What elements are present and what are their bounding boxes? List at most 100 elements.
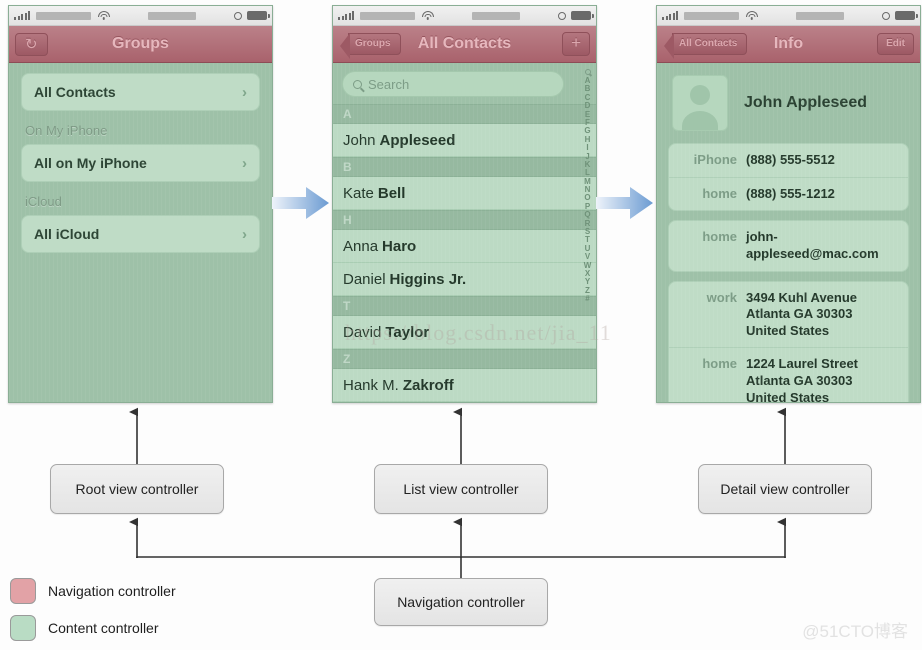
edit-button[interactable]: Edit <box>877 33 914 55</box>
legend-item-navigation-controller: Navigation controller <box>10 578 176 604</box>
clock-label <box>148 11 196 20</box>
box-detail-view-controller[interactable]: Detail view controller <box>698 464 872 514</box>
back-button-all-contacts[interactable]: All Contacts <box>663 33 748 59</box>
table-row[interactable]: Anna Haro <box>333 230 596 263</box>
carrier-label <box>684 11 739 20</box>
search-input[interactable]: Search <box>342 71 564 97</box>
field-label: home <box>702 185 737 201</box>
contact-header: John Appleseed <box>668 73 909 143</box>
status-bar <box>657 6 920 26</box>
contact-last-name: Zakroff <box>402 376 454 394</box>
field-value: john-appleseed@mac.com <box>746 229 879 261</box>
field-label: home <box>702 229 737 245</box>
box-label: Navigation controller <box>397 594 525 610</box>
box-root-view-controller[interactable]: Root view controller <box>50 464 224 514</box>
section-header: A <box>333 104 596 124</box>
contact-detail: John Appleseed iPhone (888) 555-5512 hom… <box>657 63 920 402</box>
navigation-bar-root: ↻ Groups <box>9 26 272 63</box>
clock-label <box>796 11 844 20</box>
detail-row[interactable]: work 3494 Kuhl Avenue Atlanta GA 30303 Uni… <box>669 282 908 349</box>
box-label: Root view controller <box>75 481 199 497</box>
person-silhouette-icon <box>672 75 728 131</box>
add-contact-button[interactable]: + <box>562 32 590 56</box>
table-row[interactable]: David Taylor <box>333 316 596 349</box>
box-list-view-controller[interactable]: List view controller <box>374 464 548 514</box>
legend: Navigation controller Content controller <box>10 578 176 652</box>
contact-first-name: David <box>343 323 382 341</box>
search-icon <box>584 69 591 75</box>
contact-first-name: Hank M. <box>343 376 399 394</box>
field-label: iPhone <box>693 152 737 167</box>
list-item-all-icloud[interactable]: All iCloud › <box>21 215 260 253</box>
root-content-area: All Contacts › On My iPhone All on My iP… <box>9 63 272 402</box>
search-bar: Search <box>333 63 596 104</box>
diagram-canvas: ↻ Groups All Contacts › On My iPhone All… <box>0 0 922 650</box>
cell-label: All Contacts <box>34 84 116 100</box>
legend-label: Navigation controller <box>48 583 176 599</box>
legend-label: Content controller <box>48 620 159 636</box>
contacts-list: A John Appleseed B Kate Bell H Anna Haro… <box>333 104 596 402</box>
field-label: home <box>702 356 737 372</box>
box-label: Detail view controller <box>720 481 850 497</box>
list-item-all-on-my-iphone[interactable]: All on My iPhone › <box>21 144 260 182</box>
alarm-circle-icon <box>234 11 242 20</box>
contact-first-name: Daniel <box>343 270 386 288</box>
legend-swatch-content <box>10 615 36 641</box>
detail-row[interactable]: iPhone (888) 555-5512 <box>669 144 908 178</box>
refresh-button[interactable]: ↻ <box>15 32 48 56</box>
contact-first-name: Anna <box>343 237 379 255</box>
detail-content-area: John Appleseed iPhone (888) 555-5512 hom… <box>657 63 920 402</box>
table-row[interactable]: Hank M. Zakroff <box>333 369 596 402</box>
box-label: List view controller <box>403 481 519 497</box>
navigation-bar-list: Groups All Contacts + <box>333 26 596 63</box>
alphabet-index-bar[interactable]: A B C D E F G H I J K L M N O P Q R S T U V W X Y Z # <box>579 69 596 402</box>
detail-row[interactable]: home 1224 Laurel Street Atlanta GA 30303 U… <box>669 348 908 402</box>
contact-last-name: Higgins Jr. <box>389 270 467 288</box>
carrier-label <box>36 11 91 20</box>
section-header: T <box>333 296 596 316</box>
status-right-group <box>558 11 594 20</box>
status-right-group <box>882 11 918 20</box>
section-header: Z <box>333 349 596 369</box>
phone-screen-root: ↻ Groups All Contacts › On My iPhone All… <box>8 5 273 403</box>
carrier-label <box>360 11 415 20</box>
alarm-circle-icon <box>558 11 566 20</box>
search-icon <box>353 79 362 89</box>
cell-label: All iCloud <box>34 226 100 242</box>
detail-row[interactable]: home john-appleseed@mac.com <box>669 221 908 270</box>
legend-item-content-controller: Content controller <box>10 615 176 641</box>
contact-last-name: Haro <box>382 237 417 255</box>
grouped-table: All Contacts › On My iPhone All on My iP… <box>9 63 272 253</box>
phone-screen-list: Groups All Contacts + Search A John Appl… <box>332 5 597 403</box>
chevron-right-icon: › <box>242 225 247 243</box>
contact-name: John Appleseed <box>744 94 867 111</box>
phone-numbers-card: iPhone (888) 555-5512 home (888) 555-121… <box>668 143 909 212</box>
table-row[interactable]: John Appleseed <box>333 124 596 157</box>
detail-row[interactable]: home (888) 555-1212 <box>669 178 908 211</box>
chevron-right-icon: › <box>242 154 247 172</box>
page-title: Groups <box>112 35 169 52</box>
section-header: B <box>333 157 596 177</box>
cell-label: All on My iPhone <box>34 155 147 171</box>
wifi-icon <box>421 10 434 21</box>
battery-icon <box>895 11 918 20</box>
list-item-all-contacts[interactable]: All Contacts › <box>21 73 260 111</box>
table-row[interactable]: Kate Bell <box>333 177 596 210</box>
addresses-card: work 3494 Kuhl Avenue Atlanta GA 30303 Uni… <box>668 280 909 402</box>
index-letter[interactable]: # <box>585 294 589 303</box>
box-navigation-controller[interactable]: Navigation controller <box>374 578 548 626</box>
battery-icon <box>247 11 270 20</box>
back-button-groups[interactable]: Groups <box>340 33 401 59</box>
email-card: home john-appleseed@mac.com <box>668 220 909 272</box>
status-right-group <box>234 11 270 20</box>
contact-first-name: Kate <box>343 184 374 202</box>
flow-arrow-right-icon <box>272 187 329 219</box>
table-row[interactable]: Daniel Higgins Jr. <box>333 263 596 296</box>
field-value: 3494 Kuhl Avenue Atlanta GA 30303 United S… <box>746 289 858 338</box>
status-bar <box>9 6 272 26</box>
section-header-on-my-iphone: On My iPhone <box>25 123 108 138</box>
section-header: H <box>333 210 596 230</box>
status-bar <box>333 6 596 26</box>
field-value: (888) 555-5512 <box>746 152 835 167</box>
field-label: work <box>706 289 737 305</box>
